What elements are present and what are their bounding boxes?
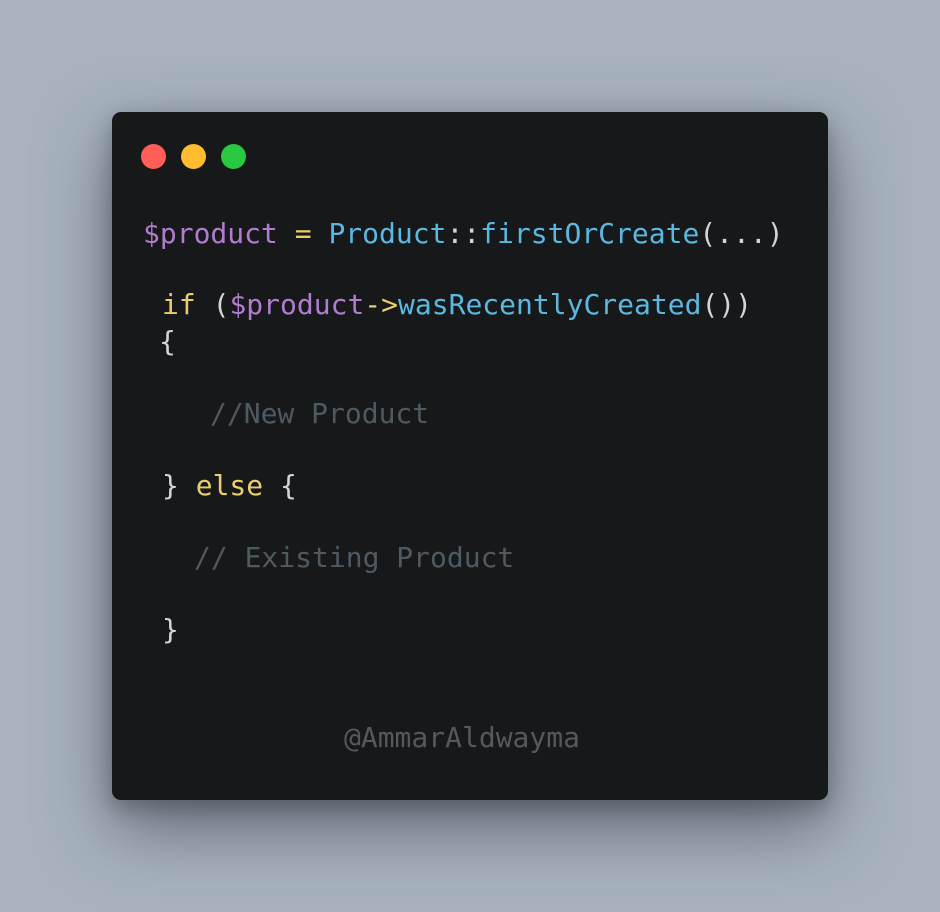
code-token-arrow: -> [364, 288, 399, 321]
code-token-args: (...) [699, 217, 784, 250]
code-comment-existing-product: // Existing Product [194, 541, 515, 574]
code-token-open-paren: ( [195, 288, 230, 321]
close-window-button[interactable] [141, 144, 166, 169]
code-token-scope: :: [446, 217, 481, 250]
code-line-2: if ($product->wasRecentlyCreated()) [162, 287, 752, 323]
code-line-7: } [162, 613, 179, 646]
code-token-method: wasRecentlyCreated [398, 288, 702, 321]
code-token-close-brace: } [162, 469, 179, 502]
code-token-assign: = [277, 217, 329, 250]
maximize-window-button[interactable] [221, 144, 246, 169]
code-token-method: firstOrCreate [480, 217, 700, 250]
code-comment-new-product: //New Product [210, 397, 430, 430]
code-token-variable: $product [143, 217, 278, 250]
code-line-3: { [159, 325, 176, 358]
code-token-else: else [178, 469, 264, 502]
code-window: $product = Product::firstOrCreate(...) i… [112, 112, 828, 800]
code-line-5: } else { [162, 468, 297, 504]
code-token-variable: $product [229, 288, 365, 321]
code-line-1: $product = Product::firstOrCreate(...) [143, 216, 784, 252]
code-token-keyword: if [162, 288, 196, 321]
minimize-window-button[interactable] [181, 144, 206, 169]
code-token-open-brace: { [263, 469, 297, 502]
code-token-close-paren: ()) [701, 288, 753, 321]
author-handle: @AmmarAldwayma [343, 721, 580, 754]
code-token-class: Product [328, 217, 447, 250]
